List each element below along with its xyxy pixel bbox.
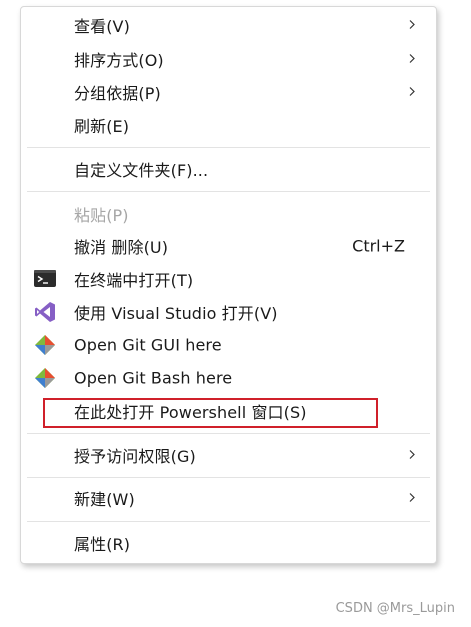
- menu-item-undo-delete[interactable]: 撤消 删除(U) Ctrl+Z: [21, 230, 436, 262]
- menu-item-label: 排序方式(O): [74, 51, 164, 70]
- watermark: CSDN @Mrs_Lupin: [335, 601, 455, 616]
- chevron-right-icon: [409, 450, 415, 459]
- terminal-icon: [34, 270, 56, 287]
- menu-separator: [27, 477, 430, 478]
- menu-item-label: 自定义文件夹(F)...: [74, 161, 209, 180]
- menu-item-label: 粘贴(P): [74, 206, 129, 225]
- menu-item-paste: 粘贴(P): [21, 198, 436, 230]
- menu-item-label: 查看(V): [74, 17, 130, 36]
- menu-separator: [27, 191, 430, 192]
- menu-item-label: 使用 Visual Studio 打开(V): [74, 304, 278, 323]
- chevron-right-icon: [409, 493, 415, 502]
- menu-item-label: 撤消 删除(U): [74, 238, 169, 257]
- visual-studio-icon: [35, 302, 55, 322]
- shortcut-label: Ctrl+Z: [352, 236, 405, 256]
- git-icon: [35, 335, 55, 355]
- git-icon: [35, 368, 55, 388]
- menu-item-open-git-gui[interactable]: Open Git GUI here: [21, 329, 436, 361]
- menu-item-group-by[interactable]: 分组依据(P): [21, 76, 436, 108]
- menu-item-customize-folder[interactable]: 自定义文件夹(F)...: [21, 153, 436, 185]
- menu-item-open-git-bash[interactable]: Open Git Bash here: [21, 362, 436, 394]
- chevron-right-icon: [409, 87, 415, 96]
- menu-item-label: 新建(W): [74, 490, 135, 509]
- annotation-highlight-box: [43, 398, 378, 428]
- menu-item-sort-by[interactable]: 排序方式(O): [21, 43, 436, 75]
- menu-item-refresh[interactable]: 刷新(E): [21, 109, 436, 141]
- menu-item-open-in-terminal[interactable]: 在终端中打开(T): [21, 263, 436, 295]
- chevron-right-icon: [409, 54, 415, 63]
- menu-item-label: Open Git Bash here: [74, 368, 233, 388]
- menu-separator: [27, 521, 430, 522]
- screenshot-stage: 查看(V) 排序方式(O) 分组依据(P) 刷新(E) 自定义文件夹(F)...…: [0, 0, 471, 627]
- context-menu: 查看(V) 排序方式(O) 分组依据(P) 刷新(E) 自定义文件夹(F)...…: [20, 6, 437, 564]
- menu-separator: [27, 147, 430, 148]
- menu-item-view[interactable]: 查看(V): [21, 9, 436, 41]
- menu-separator: [27, 433, 430, 434]
- menu-item-give-access[interactable]: 授予访问权限(G): [21, 439, 436, 471]
- menu-item-label: 属性(R): [74, 535, 131, 554]
- menu-item-label: 刷新(E): [74, 117, 130, 136]
- menu-item-properties[interactable]: 属性(R): [21, 527, 436, 559]
- menu-item-label: Open Git GUI here: [74, 335, 222, 355]
- menu-item-new[interactable]: 新建(W): [21, 482, 436, 514]
- menu-item-label: 在终端中打开(T): [74, 271, 194, 290]
- menu-item-open-with-visual-studio[interactable]: 使用 Visual Studio 打开(V): [21, 296, 436, 328]
- chevron-right-icon: [409, 20, 415, 29]
- menu-item-label: 授予访问权限(G): [74, 447, 196, 466]
- menu-item-label: 分组依据(P): [74, 84, 161, 103]
